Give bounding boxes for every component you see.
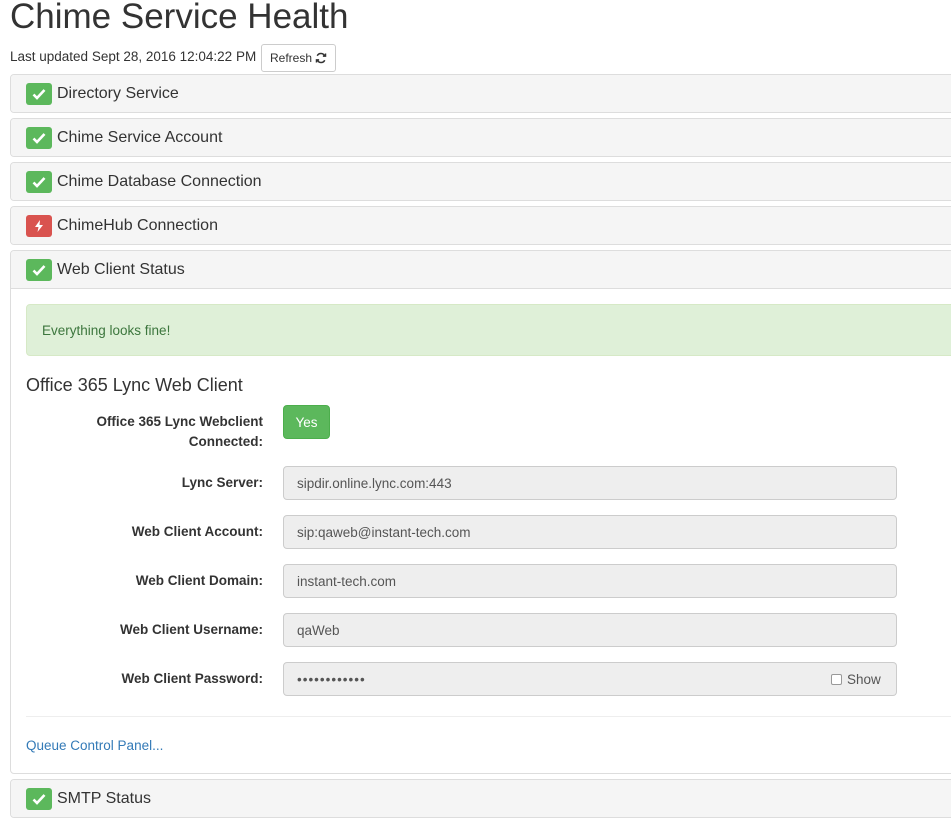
check-icon [32, 88, 46, 100]
status-ok-badge [26, 258, 52, 281]
panel-title: Web Client Status [57, 260, 185, 278]
panel-chime-database-connection: Chime Database Connection [10, 162, 951, 201]
divider [26, 716, 951, 717]
status-ok-badge [26, 82, 52, 105]
connected-label: Office 365 Lync Webclient Connected: [96, 414, 263, 449]
web-client-account-label: Web Client Account: [131, 524, 263, 539]
last-updated-text: Last updated Sept 28, 2016 12:04:22 PM [10, 49, 257, 64]
panel-title: ChimeHub Connection [57, 216, 218, 234]
panel-heading-web-client-status[interactable]: Web Client Status [11, 251, 951, 289]
panel-web-client-status: Web Client Status Everything looks fine!… [10, 250, 951, 774]
panel-title: Chime Database Connection [57, 172, 262, 190]
panel-title: Directory Service [57, 84, 179, 102]
web-client-password-label: Web Client Password: [121, 671, 263, 686]
panel-directory-service: Directory Service [10, 74, 951, 113]
show-password-label: Show [847, 671, 881, 687]
show-password-checkbox[interactable] [831, 673, 842, 685]
queue-control-panel-link[interactable]: Queue Control Panel... [26, 738, 163, 753]
panel-chimehub-connection: ChimeHub Connection [10, 206, 951, 245]
panel-heading-chime-service-account[interactable]: Chime Service Account [11, 119, 951, 156]
page-title: Chime Service Health [10, 0, 349, 36]
connected-yes-button[interactable]: Yes [283, 405, 330, 439]
refresh-icon [315, 52, 327, 64]
bolt-icon [35, 219, 43, 232]
panel-title: SMTP Status [57, 789, 151, 807]
web-client-account-field[interactable]: sip:qaweb@instant-tech.com [283, 515, 897, 549]
check-icon [32, 132, 46, 144]
web-client-username-field[interactable]: qaWeb [283, 613, 897, 647]
panel-heading-chimehub-connection[interactable]: ChimeHub Connection [11, 207, 951, 244]
show-password-toggle[interactable]: Show [819, 662, 897, 696]
web-client-domain-label: Web Client Domain: [135, 573, 263, 588]
panel-title: Chime Service Account [57, 128, 223, 146]
panel-heading-directory-service[interactable]: Directory Service [11, 75, 951, 112]
lync-server-label: Lync Server: [181, 475, 263, 490]
status-error-badge [26, 214, 52, 237]
web-client-password-field[interactable]: •••••••••••• [283, 662, 820, 696]
panel-chime-service-account: Chime Service Account [10, 118, 951, 157]
panel-heading-chime-database-connection[interactable]: Chime Database Connection [11, 163, 951, 200]
web-client-domain-field[interactable]: instant-tech.com [283, 564, 897, 598]
status-ok-badge [26, 787, 52, 810]
panel-heading-smtp-status[interactable]: SMTP Status [11, 780, 951, 817]
status-ok-badge [26, 170, 52, 193]
refresh-label: Refresh [269, 51, 313, 65]
status-ok-badge [26, 126, 52, 149]
check-icon [32, 264, 46, 276]
success-alert: Everything looks fine! [26, 304, 951, 356]
refresh-button[interactable]: Refresh [261, 44, 336, 72]
web-client-panel-body: Everything looks fine! Office 365 Lync W… [11, 289, 951, 773]
web-client-username-label: Web Client Username: [119, 622, 263, 637]
check-icon [32, 176, 46, 188]
section-heading: Office 365 Lync Web Client [26, 375, 243, 395]
lync-server-field[interactable]: sipdir.online.lync.com:443 [283, 466, 897, 500]
check-icon [32, 793, 46, 805]
panel-smtp-status: SMTP Status [10, 779, 951, 818]
